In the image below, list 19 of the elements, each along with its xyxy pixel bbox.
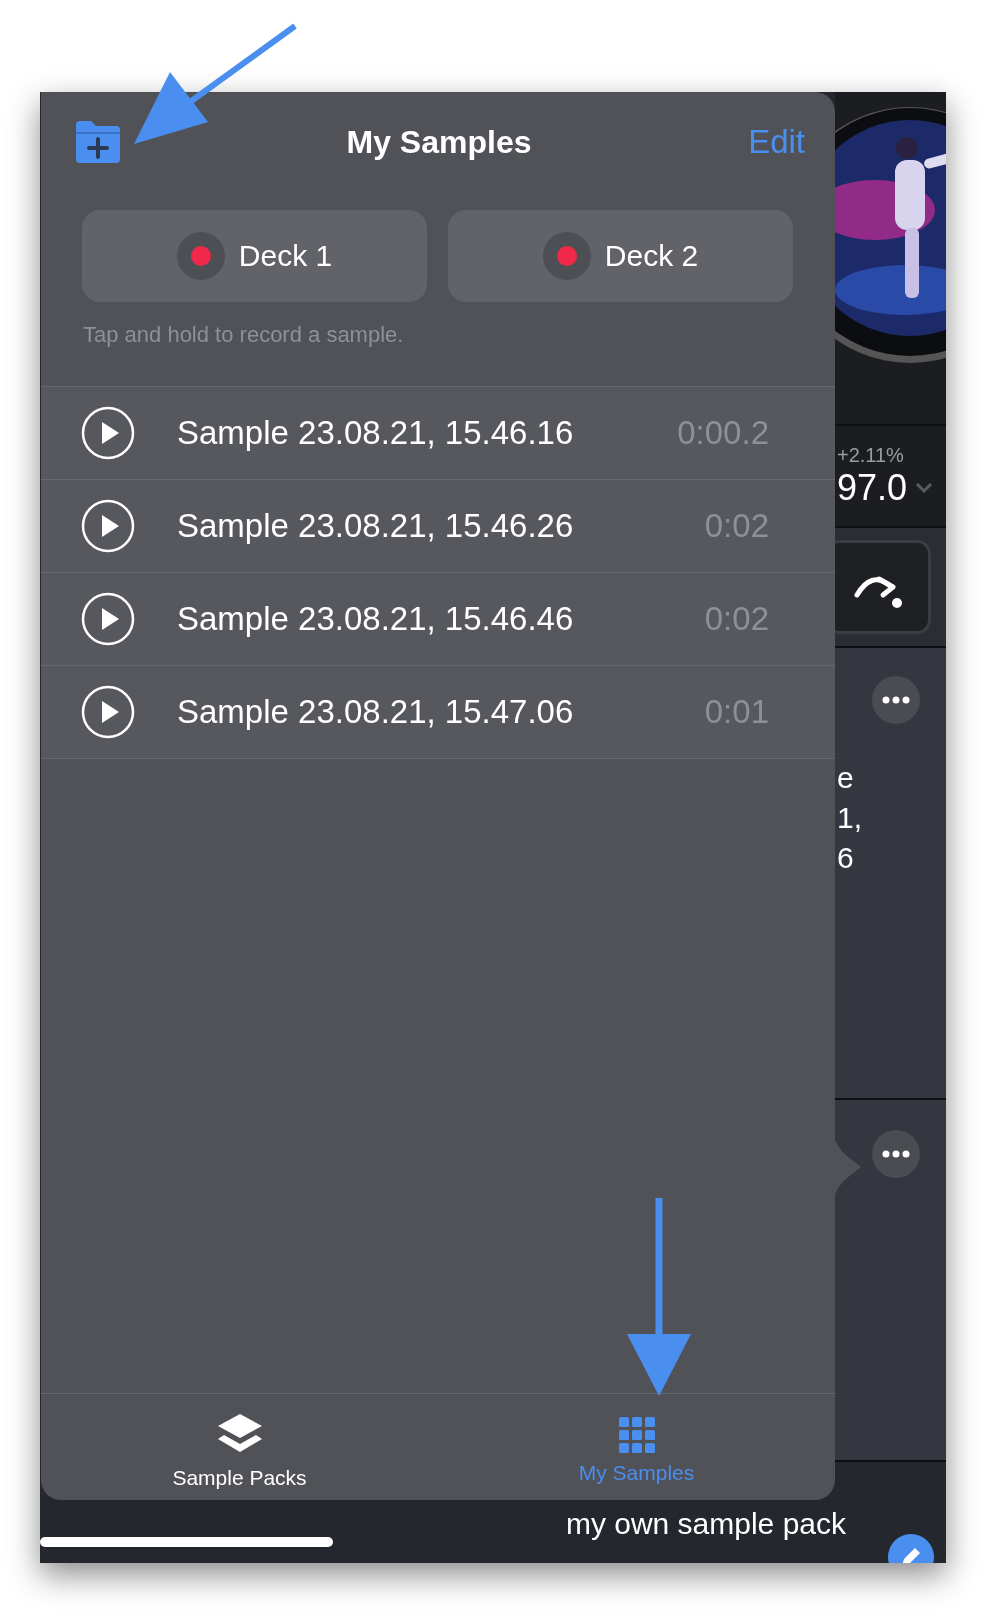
record-deck-button[interactable]: Deck 2 <box>448 210 793 302</box>
hint-text: Tap and hold to record a sample. <box>82 321 405 348</box>
panel-title: My Samples <box>345 123 533 161</box>
sample-name: Sample 23.08.21, 15.46.26 <box>177 507 575 545</box>
sample-name-fragment: 1, <box>836 800 864 836</box>
sample-name: Sample 23.08.21, 15.47.06 <box>177 693 575 731</box>
pack-title: my own sample pack <box>565 1507 846 1541</box>
sample-duration: 0:02 <box>704 507 769 545</box>
sample-name: Sample 23.08.21, 15.46.46 <box>177 600 575 638</box>
sample-duration: 0:01 <box>704 693 769 731</box>
tempo-value: 97.0 <box>837 466 908 509</box>
sample-name-fragment: e <box>836 760 855 796</box>
sample-name-fragment: 6 <box>836 840 855 876</box>
record-deck-button[interactable]: Deck 1 <box>82 210 427 302</box>
pitch-percent: +2.11% <box>837 443 905 467</box>
tab[interactable]: Sample Packs <box>41 1394 438 1500</box>
sample-name: Sample 23.08.21, 15.46.16 <box>177 414 575 452</box>
sample-duration: 0:02 <box>704 600 769 638</box>
sample-duration: 0:00.2 <box>677 414 769 452</box>
